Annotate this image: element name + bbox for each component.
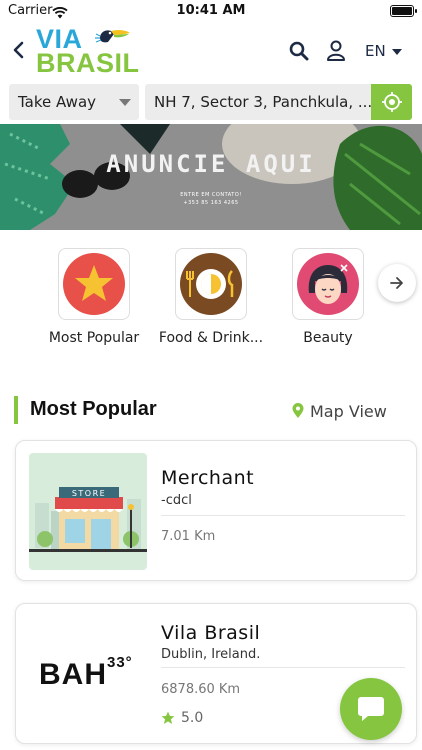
banner-phone: +353 85 163 4265 [183, 200, 239, 206]
banner-title: ANUNCIE AQUI [106, 150, 316, 178]
category-tile [292, 248, 364, 320]
map-view-label: Map View [310, 401, 387, 421]
woman-face-icon [297, 253, 359, 315]
merchant-thumbnail: BAH33° [29, 616, 147, 733]
divider [161, 667, 405, 668]
search-button[interactable] [288, 40, 310, 62]
section-accent-bar [14, 396, 18, 424]
category-most-popular[interactable]: Most Popular [35, 248, 153, 358]
star-icon [161, 711, 175, 724]
listing-subtitle: Dublin, Ireland. [161, 647, 261, 662]
language-selector[interactable]: EN [365, 42, 386, 60]
app-header: VIA BRASIL EN [0, 22, 422, 80]
divider [161, 515, 405, 516]
locate-me-button[interactable] [371, 84, 412, 120]
category-food-drink[interactable]: Food & Drink... [152, 248, 270, 358]
chat-button[interactable] [340, 678, 402, 740]
status-bar: Carrier 10:41 AM [0, 0, 422, 22]
address-field[interactable]: NH 7, Sector 3, Panchkula, ... [145, 84, 373, 120]
merchant-logo-text: BAH33° [39, 654, 133, 691]
category-tile [175, 248, 247, 320]
category-beauty[interactable]: Beauty [269, 248, 387, 358]
listing-name: Vila Brasil [161, 622, 261, 644]
battery-icon [390, 5, 417, 17]
toucan-bird-icon [95, 29, 130, 43]
clock: 10:41 AM [176, 3, 246, 18]
arrow-right-icon [390, 277, 403, 289]
search-icon [289, 41, 309, 61]
merchant-thumbnail: STORE [29, 453, 147, 570]
address-value: NH 7, Sector 3, Panchkula, ... [154, 93, 373, 111]
order-mode-select[interactable]: Take Away [9, 84, 139, 120]
map-pin-icon [292, 403, 304, 418]
rating-value: 5.0 [181, 710, 204, 726]
listing-distance: 6878.60 Km [161, 682, 241, 697]
order-mode-value: Take Away [18, 93, 97, 111]
listing-card[interactable]: STORE Merchant -cdcl 7.01 Km [15, 440, 417, 581]
user-icon [327, 40, 345, 61]
listing-subtitle: -cdcl [161, 493, 192, 508]
category-label: Beauty [303, 330, 353, 346]
crosshair-icon [381, 92, 402, 112]
caret-down-icon [392, 49, 402, 55]
listing-name: Merchant [161, 467, 255, 489]
section-title: Most Popular [30, 398, 157, 420]
categories-next-button[interactable] [378, 264, 416, 302]
back-button[interactable] [8, 38, 28, 62]
category-label: Most Popular [48, 330, 140, 346]
ad-banner[interactable]: ANUNCIE AQUI ENTRE EM CONTATO! +353 85 1… [0, 124, 422, 230]
map-view-button[interactable]: Map View [292, 400, 387, 422]
banner-subtitle: ENTRE EM CONTATO! [180, 192, 242, 198]
chat-bubble-icon [358, 697, 384, 721]
category-tile [58, 248, 130, 320]
caret-down-icon [119, 99, 131, 106]
category-label: Food & Drink... [158, 330, 264, 346]
plate-cutlery-icon [180, 253, 242, 315]
logo-text-brasil: BRASIL [36, 48, 140, 78]
star-icon [63, 253, 125, 315]
store-illustration-icon: STORE [29, 453, 147, 570]
listing-distance: 7.01 Km [161, 529, 216, 544]
store-sign: STORE [72, 489, 106, 498]
account-button[interactable] [325, 40, 347, 62]
app-logo: VIA BRASIL [34, 24, 139, 78]
chevron-left-icon [13, 41, 24, 59]
listing-rating: 5.0 [161, 710, 203, 726]
